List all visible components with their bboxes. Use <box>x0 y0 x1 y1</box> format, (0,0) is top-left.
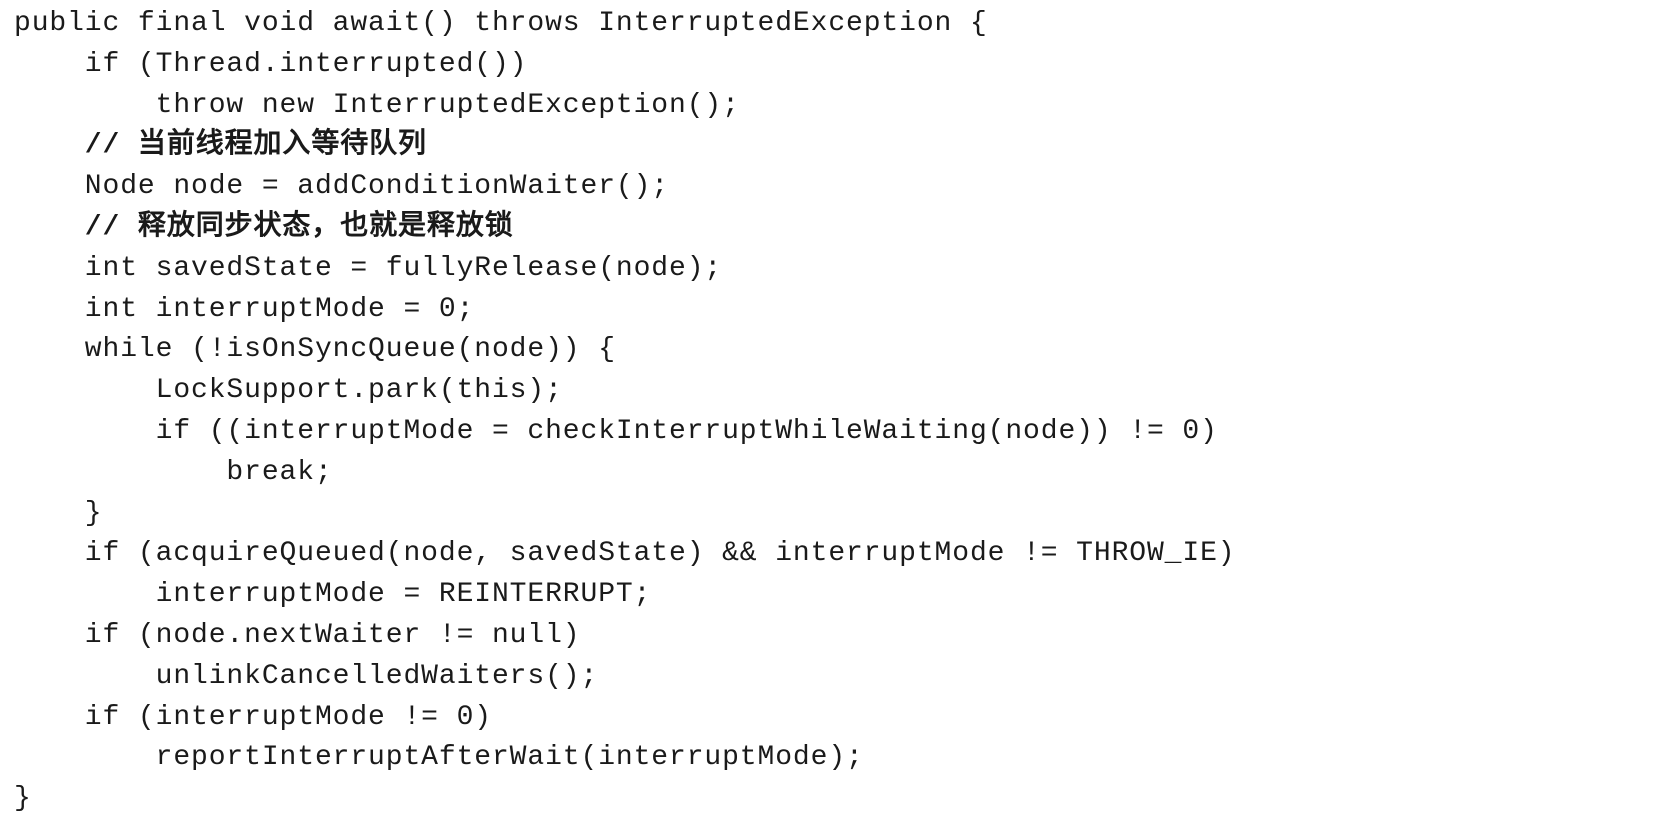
code-comment-join-wait-queue: // 当前线程加入等待队列 <box>14 130 427 162</box>
code-line-interrupt-mode-init: int interruptMode = 0; <box>14 293 475 325</box>
code-listing: public final void await() throws Interru… <box>14 4 1644 820</box>
code-line-if-interrupted: if (Thread.interrupted()) <box>14 48 528 80</box>
code-line-reinterrupt: interruptMode = REINTERRUPT; <box>14 579 652 611</box>
code-line-method-close: } <box>14 783 32 815</box>
code-line-add-condition-waiter: Node node = addConditionWaiter(); <box>14 171 670 203</box>
code-line-while-loop: while (!isOnSyncQueue(node)) { <box>14 334 616 366</box>
code-line-check-interrupt: if ((interruptMode = checkInterruptWhile… <box>14 415 1218 447</box>
code-line-method-signature: public final void await() throws Interru… <box>14 8 988 39</box>
code-comment-release-lock: // 释放同步状态，也就是释放锁 <box>14 211 514 243</box>
code-line-interrupt-mode-check: if (interruptMode != 0) <box>14 701 492 733</box>
code-line-park: LockSupport.park(this); <box>14 375 563 407</box>
code-line-fully-release: int savedState = fullyRelease(node); <box>14 252 723 284</box>
code-line-throw-exception: throw new InterruptedException(); <box>14 89 740 121</box>
code-line-report-interrupt: reportInterruptAfterWait(interruptMode); <box>14 742 864 774</box>
code-line-unlink-cancelled: unlinkCancelledWaiters(); <box>14 660 599 692</box>
code-line-break: break; <box>14 456 333 488</box>
code-line-next-waiter-check: if (node.nextWaiter != null) <box>14 619 581 651</box>
code-line-acquire-queued: if (acquireQueued(node, savedState) && i… <box>14 538 1236 570</box>
code-line-while-close: } <box>14 497 103 529</box>
